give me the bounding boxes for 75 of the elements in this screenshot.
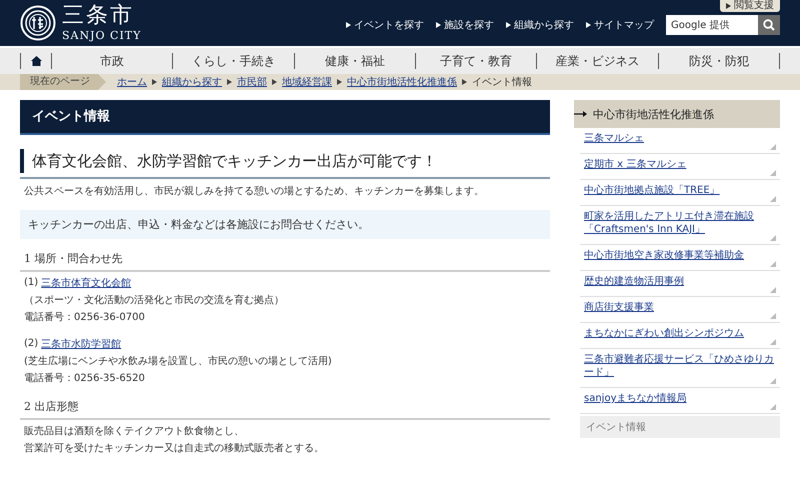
header-link[interactable]: 組織から探す <box>506 18 574 32</box>
search-field[interactable]: Google 提供 <box>666 15 758 35</box>
corner-triangle-icon <box>770 196 776 202</box>
sidebar-link[interactable]: 三条市避難者応援サービス「ひめさゆりカード」 <box>584 353 776 379</box>
breadcrumb-label: 現在のページ <box>20 74 106 90</box>
notice-box: キッチンカーの出店、申込・料金などは各施設にお問合せください。 <box>20 210 550 239</box>
sidebar-section-title: イベント情報 <box>580 416 780 438</box>
nav-item[interactable]: 市政 <box>52 53 174 69</box>
triangle-icon <box>337 79 342 85</box>
intro-text: 公共スペースを有効活用し、市民が親しみを持てる憩いの場とするため、キッチンカーを募集します。 <box>23 184 485 199</box>
corner-triangle-icon <box>770 144 776 150</box>
triangle-icon <box>436 22 441 28</box>
corner-triangle-icon <box>770 378 776 384</box>
sidebar-link[interactable]: 中心市街地空き家改修事業等補助金 <box>584 249 776 262</box>
article-heading: 体育文化会館、水防学習館でキッチンカー出店が可能です！ <box>20 149 550 173</box>
city-name: 三条市 <box>62 5 135 27</box>
section-heading: 1 場所・問合わせ先 <box>20 251 550 272</box>
triangle-icon <box>346 22 351 28</box>
sidebar-link[interactable]: 中心市街地拠点施設「TREE」 <box>584 184 776 197</box>
facility-link[interactable]: 三条市水防学習館 <box>41 336 122 353</box>
sidebar-link[interactable]: 定期市 x 三条マルシェ <box>584 158 776 171</box>
corner-triangle-icon <box>770 261 776 267</box>
corner-triangle-icon <box>770 235 776 241</box>
sidebar-link[interactable]: 歴史的建造物活用事例 <box>584 275 776 288</box>
city-name-roman: SANJO CITY <box>62 30 142 41</box>
corner-triangle-icon <box>770 287 776 293</box>
arrow-icon <box>574 110 588 118</box>
sidebar-link[interactable]: 町家を活用したアトリエ付き滞在施設「Craftsmen's Inn KAJI」 <box>584 210 776 236</box>
sidebar-title: 中心市街地活性化推進係 <box>593 106 714 122</box>
corner-triangle-icon <box>770 404 776 410</box>
city-emblem-icon <box>20 5 56 41</box>
breadcrumb-link[interactable]: 中心市街地活性化推進係 <box>347 75 457 89</box>
body-text: (芝生広場にベンチや水飲み場を設置し、市民の憩いの場として活用) <box>24 354 333 369</box>
body-text: （スポーツ・文化活動の活発化と市民の交流を育む拠点） <box>24 294 285 308</box>
home-icon <box>30 56 42 66</box>
sidebar-link[interactable]: sanjoyまちなか情報局 <box>584 392 776 405</box>
body-text: 販売品目は酒類を除くテイクアウト飲食物とし、 <box>24 424 245 439</box>
sidebar-link[interactable]: 商店街支援事業 <box>584 301 776 314</box>
header-link[interactable]: 施設を探す <box>436 18 494 32</box>
triangle-icon <box>462 79 467 85</box>
breadcrumb-link[interactable]: 市民部 <box>237 75 267 89</box>
triangle-icon <box>152 79 157 85</box>
home-link[interactable] <box>20 53 52 69</box>
triangle-icon <box>726 3 731 9</box>
breadcrumb-current: イベント情報 <box>472 76 532 89</box>
breadcrumb-link[interactable]: ホーム <box>117 75 147 89</box>
nav-item[interactable]: 防災・防犯 <box>658 53 780 69</box>
item-number: (2) <box>24 337 38 351</box>
sidebar-link[interactable]: 三条マルシェ <box>584 132 776 145</box>
corner-triangle-icon <box>770 313 776 319</box>
header-link[interactable]: イベントを探す <box>346 18 424 32</box>
section-heading: 2 出店形態 <box>20 399 550 420</box>
breadcrumb-link[interactable]: 地域経営課 <box>282 75 332 89</box>
triangle-icon <box>227 79 232 85</box>
nav-item[interactable]: 健康・福祉 <box>294 53 416 69</box>
body-text: 電話番号：0256-35-6520 <box>24 372 146 386</box>
body-text: 営業許可を受けたキッチンカー又は自走式の移動式販売者とする。 <box>24 442 325 456</box>
facility-link[interactable]: 三条市体育文化会館 <box>41 275 132 292</box>
breadcrumb-link[interactable]: 組織から探す <box>162 75 222 89</box>
body-text: 電話番号：0256-36-0700 <box>24 310 146 325</box>
nav-item[interactable]: 産業・ビジネス <box>537 53 659 69</box>
nav-item[interactable]: 子育て・教育 <box>416 53 538 69</box>
search-button[interactable] <box>758 15 780 35</box>
triangle-icon <box>586 22 591 28</box>
triangle-icon <box>506 22 511 28</box>
header-link[interactable]: サイトマップ <box>586 18 654 32</box>
corner-triangle-icon <box>770 339 776 345</box>
search-icon <box>763 19 775 31</box>
triangle-icon <box>272 79 277 85</box>
assist-button[interactable]: 閲覧支援 <box>720 0 780 12</box>
page-title-bar: イベント情報 <box>20 100 550 135</box>
item-number: (1) <box>24 276 38 290</box>
corner-triangle-icon <box>770 170 776 176</box>
sidebar-link[interactable]: まちなかにぎわい創出シンポジウム <box>584 327 776 340</box>
nav-item[interactable]: くらし・手続き <box>173 53 295 69</box>
